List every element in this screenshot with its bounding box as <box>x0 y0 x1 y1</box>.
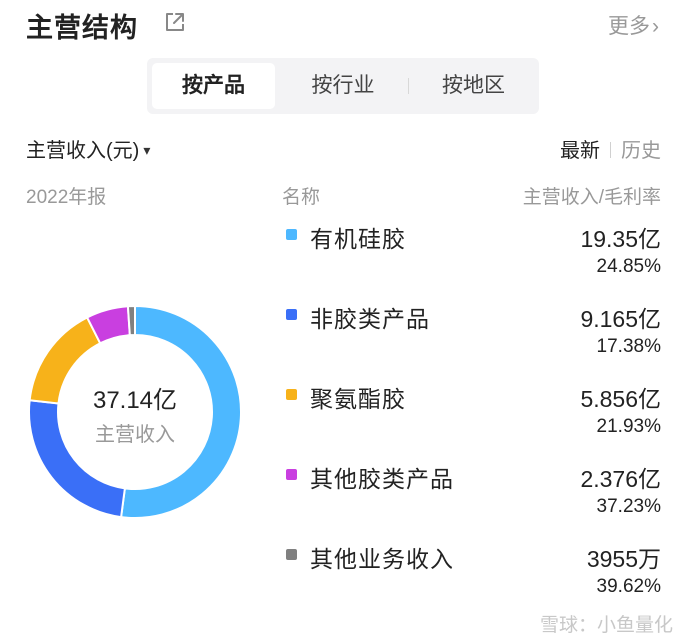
segment-row[interactable]: 有机硅胶 19.35亿 24.85% <box>282 218 661 298</box>
segment-margin: 37.23% <box>596 496 661 517</box>
segment-revenue: 5.856亿 <box>580 386 661 412</box>
caret-down-icon: ▾ <box>143 142 151 158</box>
latest-toggle[interactable]: 最新 <box>560 140 600 162</box>
name-column-header: 名称 <box>282 187 321 208</box>
segment-margin: 39.62% <box>596 576 661 597</box>
period-mode-toggle: 最新 历史 <box>560 134 661 163</box>
donut-center-label: 主营收入 <box>95 424 175 446</box>
segment-margin: 17.38% <box>596 336 661 357</box>
metric-label: 主营收入(元) <box>26 140 140 162</box>
segment-row[interactable]: 非胶类产品 9.165亿 17.38% <box>282 298 661 378</box>
segment-name: 其他业务收入 <box>310 546 454 572</box>
mode-divider <box>610 142 611 158</box>
tab-by-product[interactable]: 按产品 <box>152 63 275 109</box>
segment-margin: 21.93% <box>596 416 661 437</box>
metric-dropdown[interactable]: 主营收入(元) ▾ <box>26 134 150 163</box>
segment-row[interactable]: 其他胶类产品 2.376亿 37.23% <box>282 458 661 538</box>
donut-center-value: 37.14亿 <box>92 387 178 414</box>
section-title: 主营结构 <box>26 13 138 43</box>
watermark: 雪球：小鱼量化 <box>539 615 673 636</box>
segment-revenue: 2.376亿 <box>580 466 661 492</box>
chevron-right-icon: › <box>652 15 659 38</box>
more-label: 更多 <box>608 15 650 38</box>
segment-name: 有机硅胶 <box>310 226 406 252</box>
segment-name: 非胶类产品 <box>310 306 430 332</box>
legend-swatch <box>286 469 297 480</box>
legend-swatch <box>286 229 297 240</box>
segment-row[interactable]: 聚氨酯胶 5.856亿 21.93% <box>282 378 661 458</box>
segment-row[interactable]: 其他业务收入 3955万 39.62% <box>282 538 661 618</box>
segment-revenue: 3955万 <box>586 546 661 572</box>
value-column-header: 主营收入/毛利率 <box>522 187 661 208</box>
segment-margin: 24.85% <box>596 256 661 277</box>
segment-revenue: 19.35亿 <box>580 226 661 252</box>
external-link-icon[interactable] <box>164 11 186 33</box>
more-link[interactable]: 更多› <box>608 10 659 40</box>
segment-list: 有机硅胶 19.35亿 24.85% 非胶类产品 9.165亿 17.38% 聚… <box>282 218 661 618</box>
donut-slice-5[interactable] <box>126 304 136 337</box>
segment-revenue: 9.165亿 <box>580 306 661 332</box>
tab-by-industry[interactable]: 按行业 <box>278 58 408 114</box>
section-header: 主营结构 更多› <box>26 6 659 43</box>
segment-name: 聚氨酯胶 <box>310 386 406 412</box>
segment-name: 其他胶类产品 <box>310 466 454 492</box>
legend-swatch <box>286 389 297 400</box>
dimension-tabs: 按产品 按行业 按地区 <box>147 58 539 114</box>
tab-by-region[interactable]: 按地区 <box>408 58 539 114</box>
legend-swatch <box>286 309 297 320</box>
report-period: 2022年报 <box>26 187 107 208</box>
legend-swatch <box>286 549 297 560</box>
history-toggle[interactable]: 历史 <box>621 140 661 162</box>
